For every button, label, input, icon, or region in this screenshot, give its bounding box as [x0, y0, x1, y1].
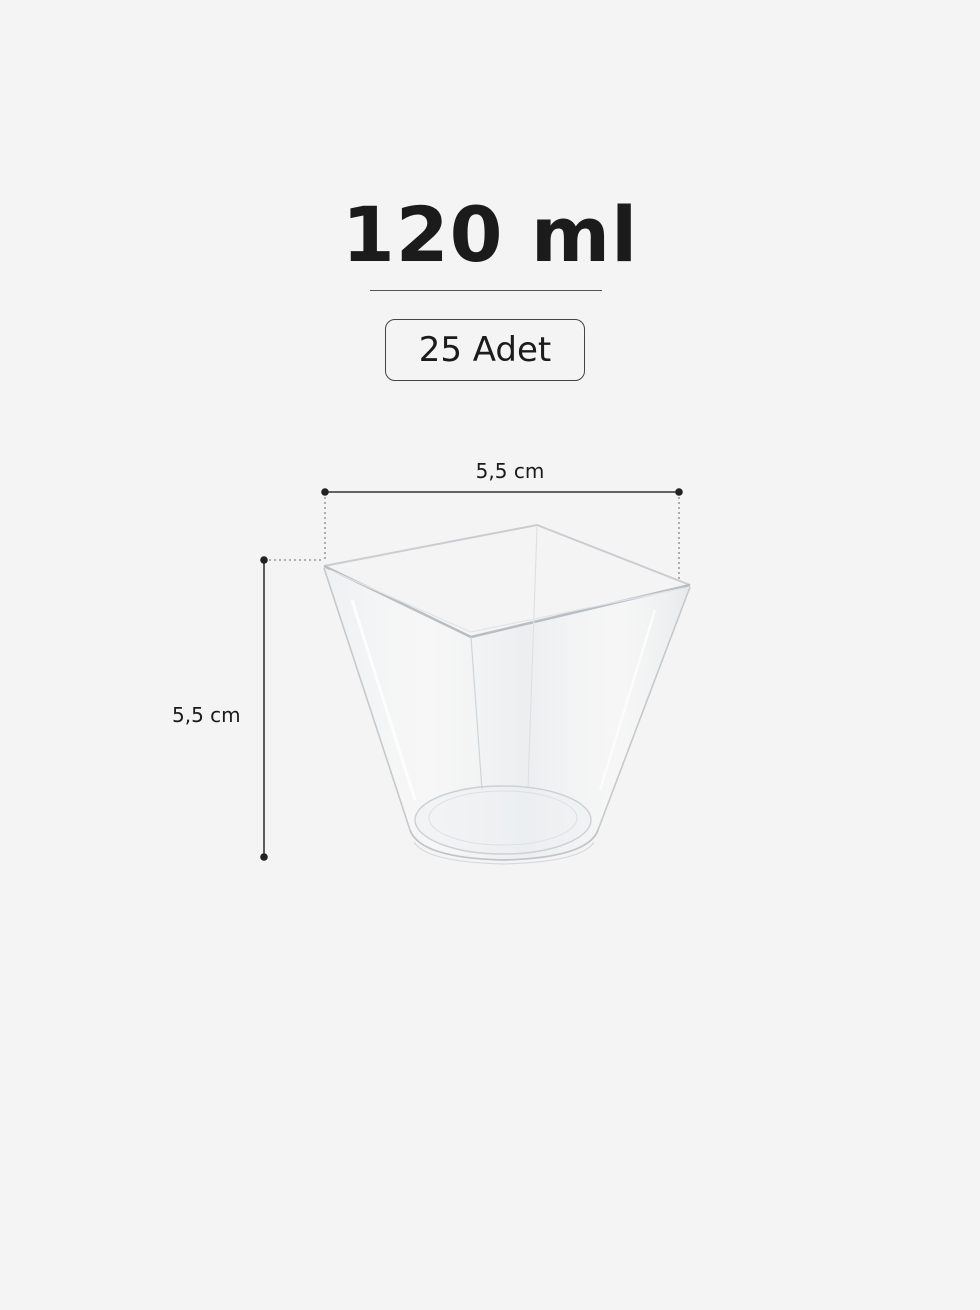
plastic-cup [323, 523, 691, 865]
width-dimension-line [321, 488, 683, 580]
cup-illustration [260, 488, 691, 865]
height-dimension-line [260, 556, 322, 861]
